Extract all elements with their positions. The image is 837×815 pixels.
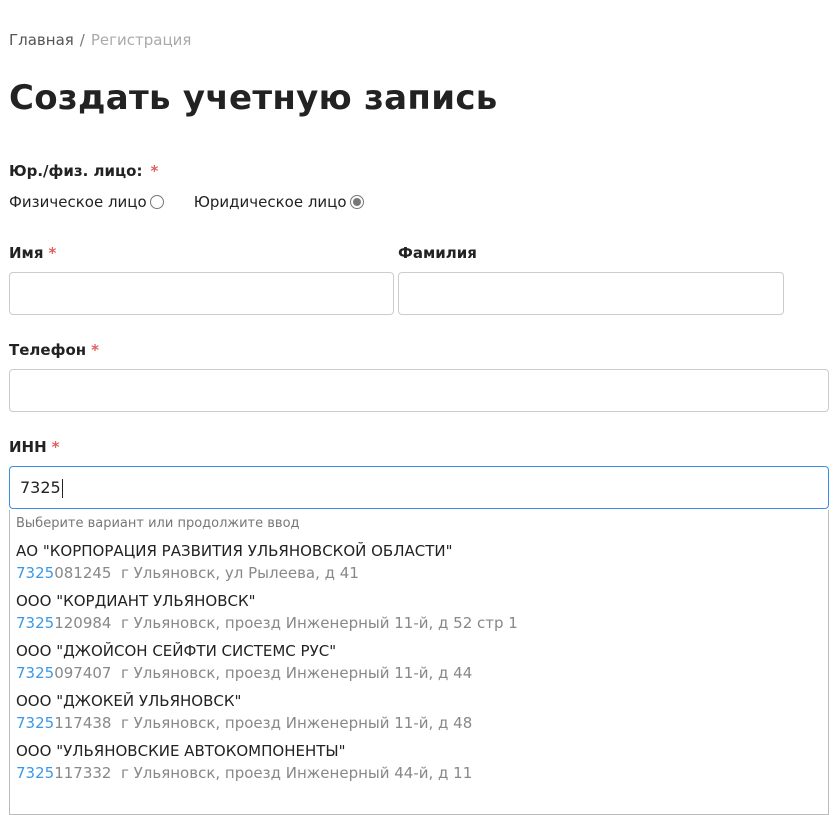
- breadcrumb-current: Регистрация: [90, 31, 192, 49]
- required-mark: *: [150, 162, 159, 180]
- suggestion-inn-rest: 117438: [54, 714, 112, 732]
- first-name-input[interactable]: [9, 272, 394, 315]
- suggestion-item[interactable]: АО "КОРПОРАЦИЯ РАЗВИТИЯ УЛЬЯНОВСКОЙ ОБЛА…: [10, 538, 828, 588]
- first-name-label: Имя *: [9, 244, 56, 262]
- suggestion-address: г Ульяновск, проезд Инженерный 11-й, д 4…: [121, 664, 473, 682]
- suggestion-details: 7325117332 г Ульяновск, проезд Инженерны…: [16, 762, 822, 784]
- radio-individual-label: Физическое лицо: [9, 193, 147, 211]
- radio-individual[interactable]: Физическое лицо: [9, 193, 164, 211]
- suggestion-address: г Ульяновск, проезд Инженерный 11-й, д 4…: [121, 714, 473, 732]
- suggestion-company-name: ООО "УЛЬЯНОВСКИЕ АВТОКОМПОНЕНТЫ": [16, 742, 346, 760]
- breadcrumb: Главная / Регистрация: [9, 31, 191, 49]
- suggestion-inn-rest: 117332: [54, 764, 112, 782]
- suggestion-item[interactable]: ООО "ДЖОКЕЙ УЛЬЯНОВСК" 7325117438 г Ульян…: [10, 688, 828, 738]
- suggestion-inn-rest: 120984: [54, 614, 112, 632]
- suggestion-inn-match: 7325: [16, 614, 55, 632]
- suggestion-details: 7325097407 г Ульяновск, проезд Инженерны…: [16, 662, 822, 684]
- entity-type-label: Юр./физ. лицо: *: [9, 162, 158, 180]
- suggestion-details: 7325081245 г Ульяновск, ул Рылеева, д 41: [16, 562, 822, 584]
- required-mark: *: [91, 341, 99, 359]
- text-caret: [61, 479, 63, 498]
- inn-input[interactable]: 7325: [9, 466, 829, 509]
- radio-legal-entity-label: Юридическое лицо: [193, 193, 347, 211]
- first-name-label-text: Имя: [9, 244, 44, 262]
- suggestion-item[interactable]: ООО "ДЖОЙСОН СЕЙФТИ СИСТЕМС РУС" 73250974…: [10, 638, 828, 688]
- suggestions-hint: Выберите вариант или продолжите ввод: [16, 516, 300, 531]
- suggestion-details: 7325117438 г Ульяновск, проезд Инженерны…: [16, 712, 822, 734]
- suggestion-address: г Ульяновск, ул Рылеева, д 41: [121, 564, 359, 582]
- suggestion-inn-rest: 081245: [54, 564, 112, 582]
- suggestion-item[interactable]: ООО "УЛЬЯНОВСКИЕ АВТОКОМПОНЕНТЫ" 73251173…: [10, 738, 828, 788]
- inn-label: ИНН *: [9, 438, 60, 456]
- suggestion-address: г Ульяновск, проезд Инженерный 44-й, д 1…: [121, 764, 473, 782]
- page-title: Создать учетную запись: [9, 78, 498, 118]
- entity-type-radio-group: Физическое лицо Юридическое лицо: [9, 193, 364, 211]
- last-name-input[interactable]: [398, 272, 784, 315]
- suggestion-inn-match: 7325: [16, 714, 55, 732]
- suggestion-inn-match: 7325: [16, 664, 55, 682]
- suggestion-inn-match: 7325: [16, 764, 55, 782]
- phone-label: Телефон *: [9, 341, 99, 359]
- required-mark: *: [51, 438, 60, 456]
- suggestion-company-name: АО "КОРПОРАЦИЯ РАЗВИТИЯ УЛЬЯНОВСКОЙ ОБЛА…: [16, 542, 453, 560]
- suggestion-item[interactable]: ООО "КОРДИАНТ УЛЬЯНОВСК" 7325120984 г Уль…: [10, 588, 828, 638]
- breadcrumb-separator: /: [79, 31, 85, 49]
- inn-input-value: 7325: [20, 478, 61, 497]
- last-name-label: Фамилия: [398, 244, 477, 262]
- suggestion-company-name: ООО "ДЖОЙСОН СЕЙФТИ СИСТЕМС РУС": [16, 642, 337, 660]
- suggestion-inn-match: 7325: [16, 564, 55, 582]
- suggestion-inn-rest: 097407: [54, 664, 112, 682]
- breadcrumb-home-link[interactable]: Главная: [9, 31, 74, 49]
- suggestion-company-name: ООО "ДЖОКЕЙ УЛЬЯНОВСК": [16, 692, 242, 710]
- entity-type-label-text: Юр./физ. лицо:: [9, 162, 143, 180]
- radio-legal-entity[interactable]: Юридическое лицо: [194, 193, 364, 211]
- suggestion-address: г Ульяновск, проезд Инженерный 11-й, д 5…: [121, 614, 518, 632]
- inn-label-text: ИНН: [9, 438, 47, 456]
- suggestion-company-name: ООО "КОРДИАНТ УЛЬЯНОВСК": [16, 592, 256, 610]
- phone-label-text: Телефон: [9, 341, 87, 359]
- radio-individual-circle[interactable]: [149, 195, 164, 209]
- radio-legal-entity-circle[interactable]: [349, 195, 364, 209]
- inn-suggestions-dropdown: Выберите вариант или продолжите ввод АО …: [9, 510, 829, 815]
- required-mark: *: [48, 244, 57, 262]
- phone-input[interactable]: [9, 369, 829, 412]
- suggestion-details: 7325120984 г Ульяновск, проезд Инженерны…: [16, 612, 822, 634]
